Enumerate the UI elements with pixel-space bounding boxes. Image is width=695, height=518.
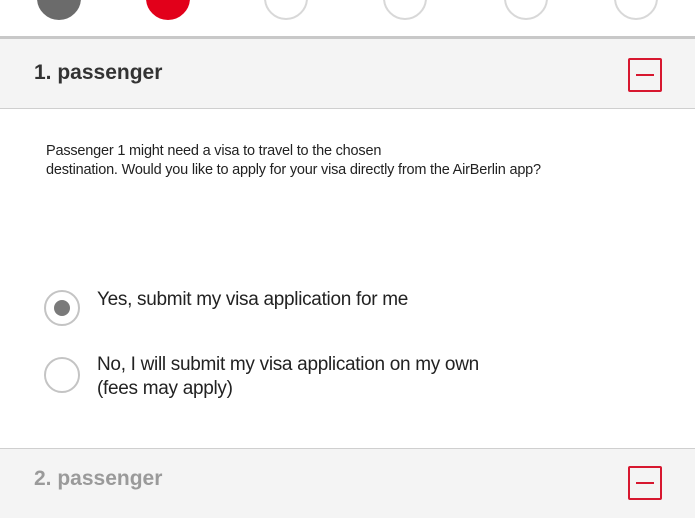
- progress-steps: [0, 0, 695, 36]
- visa-option-no-label-line-2: (fees may apply): [97, 378, 233, 399]
- visa-option-yes-label-line: Yes, submit my visa application for me: [97, 289, 409, 310]
- passenger-1-title: 1. passenger: [34, 61, 163, 84]
- radio-no[interactable]: [44, 357, 80, 393]
- passenger-1-header[interactable]: 1. passenger: [0, 39, 695, 109]
- step-1-indicator[interactable]: [37, 0, 81, 20]
- collapse-button[interactable]: [628, 466, 662, 500]
- radio-selected-dot: [54, 300, 70, 316]
- minus-icon: [636, 74, 654, 76]
- visa-info-line-2: destination. Would you like to apply for…: [46, 162, 541, 178]
- step-5-indicator[interactable]: [504, 0, 548, 20]
- collapse-button[interactable]: [628, 58, 662, 92]
- visa-info-text: Passenger 1 might need a visa to travel …: [46, 142, 646, 180]
- visa-option-yes-label[interactable]: Yes, submit my visa application for me: [97, 288, 408, 312]
- minus-icon: [636, 482, 654, 484]
- radio-yes[interactable]: [44, 290, 80, 326]
- visa-option-no-label-line-1: No, I will submit my visa application on…: [97, 354, 479, 375]
- step-3-indicator[interactable]: [264, 0, 308, 20]
- passenger-2-title: 2. passenger: [34, 467, 163, 490]
- visa-option-no-label[interactable]: No, I will submit my visa application on…: [97, 353, 479, 401]
- passenger-2-header[interactable]: 2. passenger: [0, 448, 695, 518]
- step-4-indicator[interactable]: [383, 0, 427, 20]
- step-2-indicator[interactable]: [146, 0, 190, 20]
- visa-info-line-1: Passenger 1 might need a visa to travel …: [46, 143, 382, 159]
- step-6-indicator[interactable]: [614, 0, 658, 20]
